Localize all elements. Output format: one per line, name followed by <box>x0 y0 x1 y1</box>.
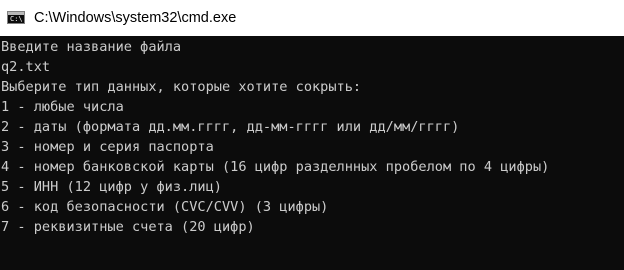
title-bar[interactable]: C:\ C:\Windows\system32\cmd.exe <box>0 0 624 36</box>
console-line: 2 - даты (формата дд.мм.гггг, дд-мм-гггг… <box>1 119 460 135</box>
cmd-icon[interactable]: C:\ <box>7 11 25 24</box>
console-output[interactable]: Введите название файла q2.txt Выберите т… <box>0 36 624 270</box>
window-title: C:\Windows\system32\cmd.exe <box>34 10 237 26</box>
console-line: 3 - номер и серия паспорта <box>1 139 214 155</box>
console-line: 6 - код безопасности (CVC/CVV) (3 цифры) <box>1 199 329 215</box>
console-line: 5 - ИНН (12 цифр у физ.лиц) <box>1 179 222 195</box>
console-line: Выберите тип данных, которые хотите сокр… <box>1 79 362 95</box>
console-line: q2.txt <box>1 59 51 75</box>
console-line: 1 - любые числа <box>1 99 124 115</box>
console-line: 7 - реквизитные счета (20 цифр) <box>1 219 255 235</box>
console-line: 4 - номер банковской карты (16 цифр разд… <box>1 159 550 175</box>
console-line: Введите название файла <box>1 39 182 55</box>
